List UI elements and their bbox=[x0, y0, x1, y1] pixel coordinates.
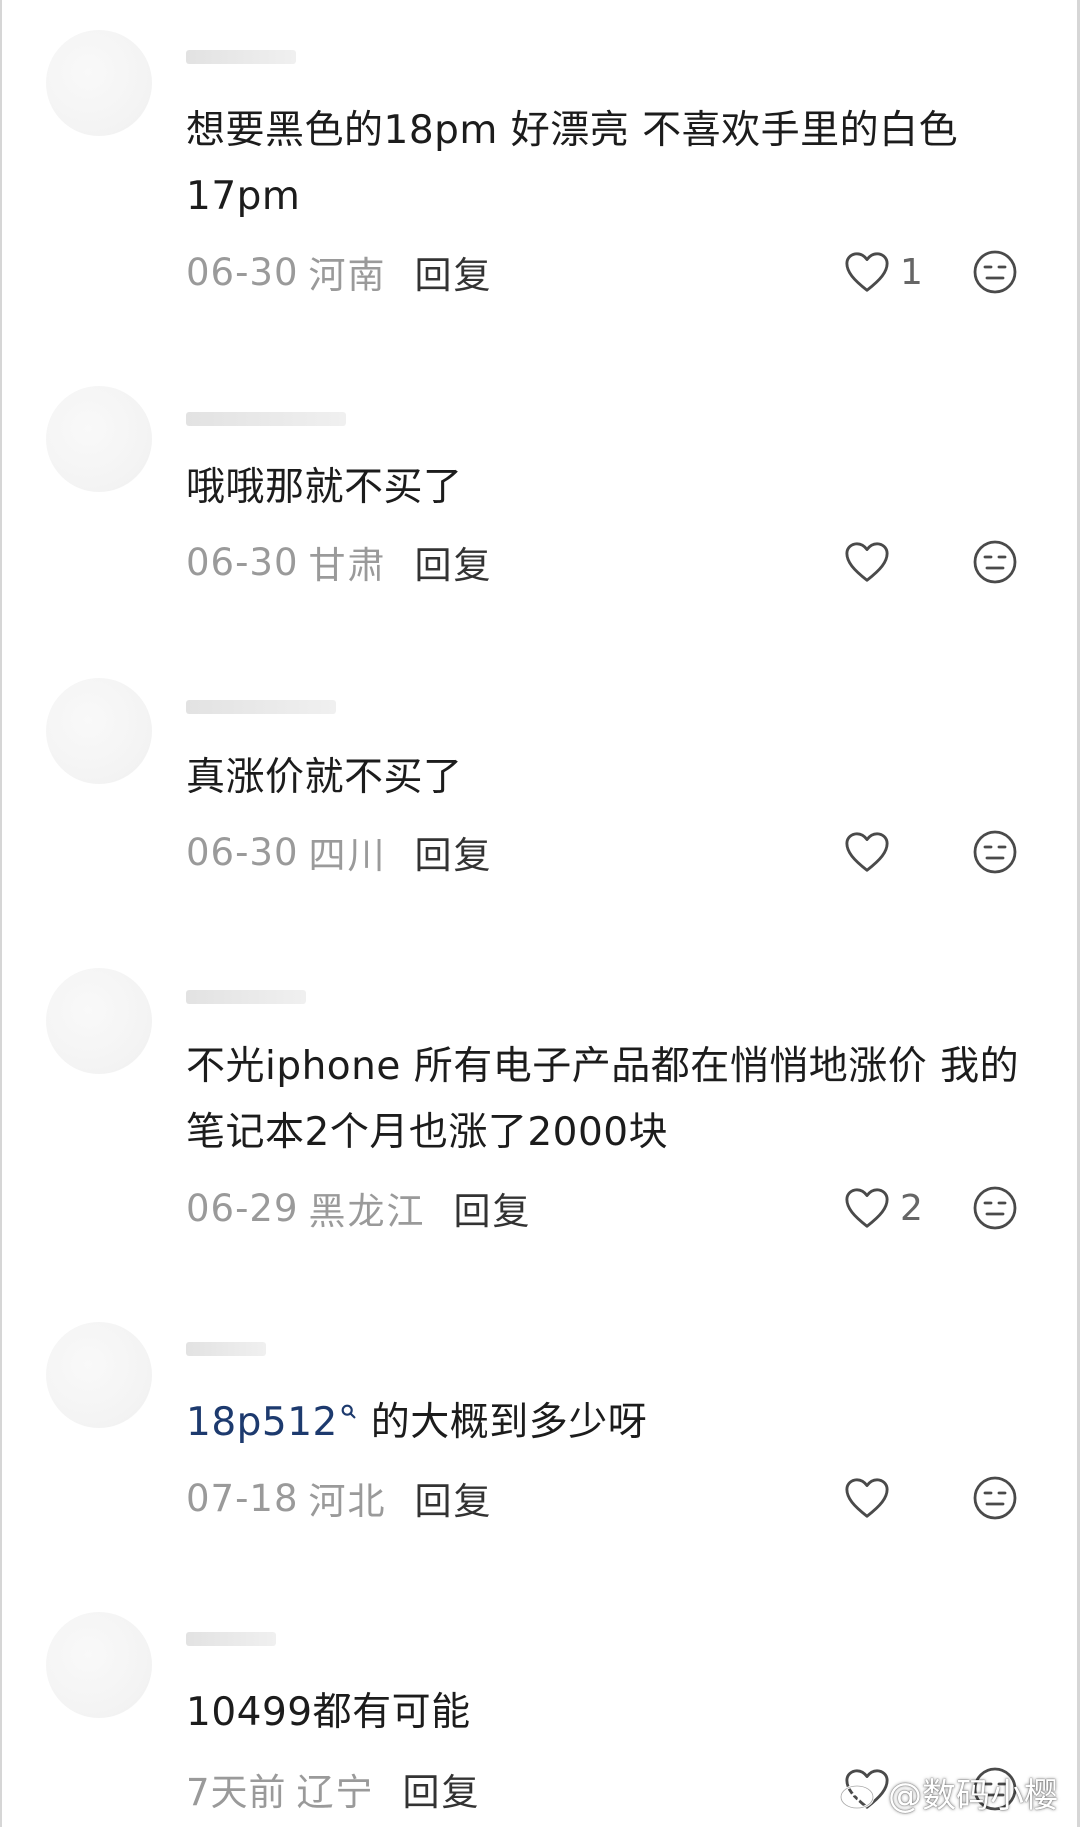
meh-face-icon bbox=[973, 250, 1017, 294]
heart-outline-icon bbox=[845, 1188, 889, 1228]
mention-link[interactable]: 18p512 bbox=[186, 1400, 358, 1445]
avatar[interactable] bbox=[46, 30, 152, 136]
comment-text-content: 想要黑色的18pm 好漂亮 不喜欢手里的白色17pm bbox=[186, 108, 959, 219]
dislike-button[interactable] bbox=[972, 1475, 1018, 1521]
comment-date: 06-30 bbox=[186, 830, 299, 874]
reply-button[interactable]: 回复 bbox=[415, 245, 493, 299]
dislike-button[interactable] bbox=[972, 249, 1018, 295]
comment-text-content: 不光iphone 所有电子产品都在悄悄地涨价 我的笔记本2个月也涨了2000块 bbox=[186, 1044, 1020, 1155]
avatar[interactable] bbox=[46, 1612, 152, 1718]
comment-text: 不光iphone 所有电子产品都在悄悄地涨价 我的笔记本2个月也涨了2000块 bbox=[186, 1034, 1026, 1166]
like-count: 1 bbox=[900, 251, 923, 293]
reply-button[interactable]: 回复 bbox=[415, 1471, 493, 1525]
comment-text: 哦哦那就不买了 bbox=[186, 455, 1026, 521]
comment-text-content: 10499都有可能 bbox=[186, 1690, 471, 1735]
dislike-button[interactable] bbox=[972, 1185, 1018, 1231]
comment-text: 想要黑色的18pm 好漂亮 不喜欢手里的白色17pm bbox=[186, 98, 1026, 230]
avatar[interactable] bbox=[46, 678, 152, 784]
like-button[interactable] bbox=[844, 1472, 900, 1524]
comment-meta: 06-30 四川 回复 bbox=[186, 826, 493, 878]
meh-face-icon bbox=[973, 1186, 1017, 1230]
username-blurred[interactable] bbox=[186, 412, 346, 426]
heart-outline-icon bbox=[845, 832, 889, 872]
like-button[interactable]: 1 bbox=[844, 246, 923, 298]
like-button[interactable] bbox=[844, 826, 900, 878]
comment-meta: 06-30 甘肃 回复 bbox=[186, 536, 493, 588]
meh-face-icon bbox=[973, 1476, 1017, 1520]
comment-date: 06-30 bbox=[186, 540, 299, 584]
comment-meta: 06-29 黑龙江 回复 bbox=[186, 1182, 532, 1234]
comment-region: 河南 bbox=[308, 254, 387, 297]
comment-text-content: 哦哦那就不买了 bbox=[186, 465, 463, 510]
comment-text: 18p512 的大概到多少呀 bbox=[186, 1390, 1026, 1456]
dislike-button[interactable] bbox=[972, 829, 1018, 875]
like-button[interactable] bbox=[844, 536, 900, 588]
heart-outline-icon bbox=[845, 542, 889, 582]
watermark-text: @数码小樱 bbox=[888, 1776, 1058, 1816]
avatar[interactable] bbox=[46, 386, 152, 492]
username-blurred[interactable] bbox=[186, 1342, 266, 1356]
comment-region: 四川 bbox=[308, 834, 387, 877]
comment-meta: 06-30 河南 回复 bbox=[186, 246, 493, 298]
heart-outline-icon bbox=[845, 252, 889, 292]
comment-region: 甘肃 bbox=[308, 544, 387, 587]
comment-date: 06-30 bbox=[186, 250, 299, 294]
meh-face-icon bbox=[973, 540, 1017, 584]
comment-text-content: 的大概到多少呀 bbox=[357, 1400, 648, 1445]
username-blurred[interactable] bbox=[186, 1632, 276, 1646]
username-blurred[interactable] bbox=[186, 990, 306, 1004]
mention-text: 18p512 bbox=[186, 1400, 338, 1445]
like-button[interactable]: 2 bbox=[844, 1182, 923, 1234]
comment-region: 辽宁 bbox=[296, 1771, 375, 1814]
reply-button[interactable]: 回复 bbox=[415, 535, 493, 589]
weibo-logo-icon bbox=[839, 1779, 881, 1809]
comment-text: 真涨价就不买了 bbox=[186, 745, 1026, 811]
reply-button[interactable]: 回复 bbox=[415, 825, 493, 879]
reply-button[interactable]: 回复 bbox=[403, 1762, 481, 1816]
username-blurred[interactable] bbox=[186, 700, 336, 714]
comment-region: 河北 bbox=[308, 1480, 387, 1523]
comment-text-content: 真涨价就不买了 bbox=[186, 755, 463, 800]
like-count: 2 bbox=[900, 1187, 923, 1229]
dislike-button[interactable] bbox=[972, 539, 1018, 585]
watermark: @数码小樱 bbox=[838, 1768, 1058, 1817]
frame-border-left bbox=[0, 0, 2, 1827]
comment-meta: 7天前 辽宁 回复 bbox=[186, 1763, 481, 1815]
avatar[interactable] bbox=[46, 968, 152, 1074]
comment-date: 07-18 bbox=[186, 1476, 299, 1520]
username-blurred[interactable] bbox=[186, 50, 296, 64]
comment-date: 06-29 bbox=[186, 1186, 299, 1230]
meh-face-icon bbox=[973, 830, 1017, 874]
comment-text: 10499都有可能 bbox=[186, 1680, 1026, 1746]
comment-region: 黑龙江 bbox=[308, 1190, 426, 1233]
heart-outline-icon bbox=[845, 1478, 889, 1518]
comment-date: 7天前 bbox=[186, 1771, 287, 1814]
comment-meta: 07-18 河北 回复 bbox=[186, 1472, 493, 1524]
search-magnifier-icon bbox=[341, 1404, 356, 1419]
avatar[interactable] bbox=[46, 1322, 152, 1428]
reply-button[interactable]: 回复 bbox=[454, 1181, 532, 1235]
